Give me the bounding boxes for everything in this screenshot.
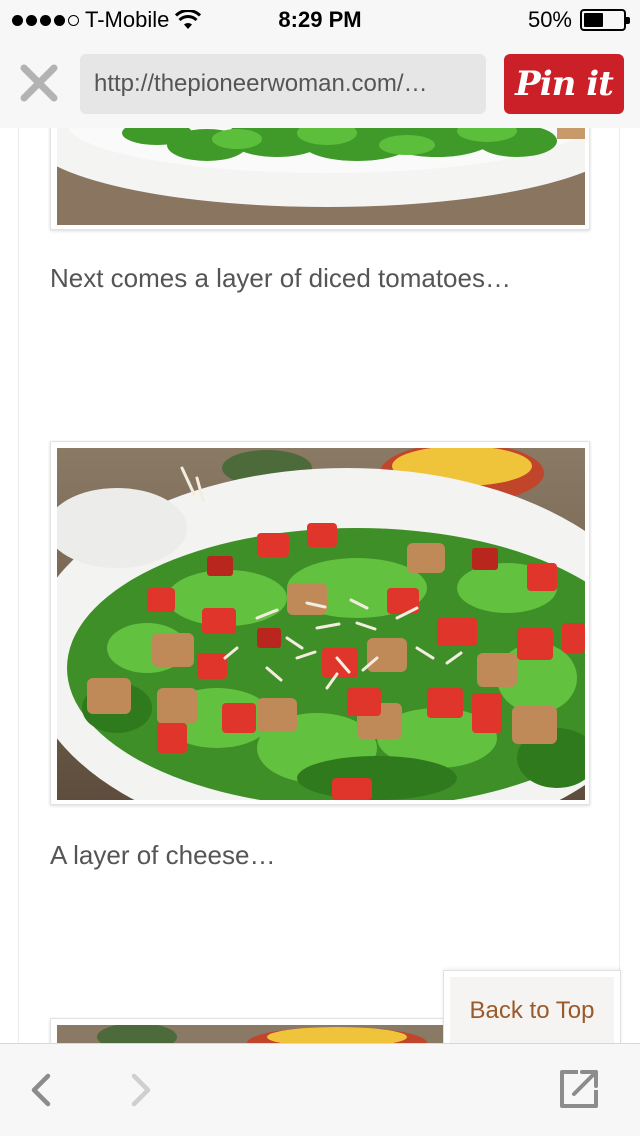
- status-right: 50%: [527, 7, 630, 33]
- url-field[interactable]: http://thepioneerwoman.com/…: [80, 54, 486, 114]
- salad-tomatoes-photo[interactable]: [50, 441, 590, 805]
- status-bar: T-Mobile 8:29 PM 50%: [0, 0, 640, 40]
- pin-it-button[interactable]: Pin it: [504, 54, 624, 114]
- close-icon: [20, 64, 58, 102]
- browser-toolbar: [0, 1043, 640, 1136]
- url-text: http://thepioneerwoman.com/…: [94, 70, 428, 97]
- caption-cheese: A layer of cheese…: [50, 840, 276, 870]
- battery-icon: [580, 9, 630, 31]
- caption-tomatoes: Next comes a layer of diced tomatoes…: [50, 263, 511, 293]
- chevron-left-icon: [31, 1073, 51, 1107]
- salad-lettuce-photo[interactable]: [50, 128, 590, 230]
- back-button[interactable]: [20, 1068, 64, 1112]
- battery-percent: 50%: [527, 7, 572, 32]
- pin-it-label: Pin it: [515, 64, 614, 104]
- browser-top-bar: http://thepioneerwoman.com/… Pin it: [0, 40, 640, 128]
- chevron-right-icon: [131, 1073, 151, 1107]
- article-content[interactable]: Next comes a layer of diced tomatoes… A …: [0, 128, 640, 1043]
- open-in-browser-button[interactable]: [556, 1066, 600, 1110]
- close-button[interactable]: [18, 62, 60, 104]
- battery-level-fill: [584, 13, 603, 27]
- back-to-top-button[interactable]: Back to Top: [443, 970, 621, 1043]
- forward-button[interactable]: [118, 1068, 162, 1112]
- back-to-top-label: Back to Top: [450, 977, 614, 1043]
- open-external-icon: [560, 1070, 598, 1108]
